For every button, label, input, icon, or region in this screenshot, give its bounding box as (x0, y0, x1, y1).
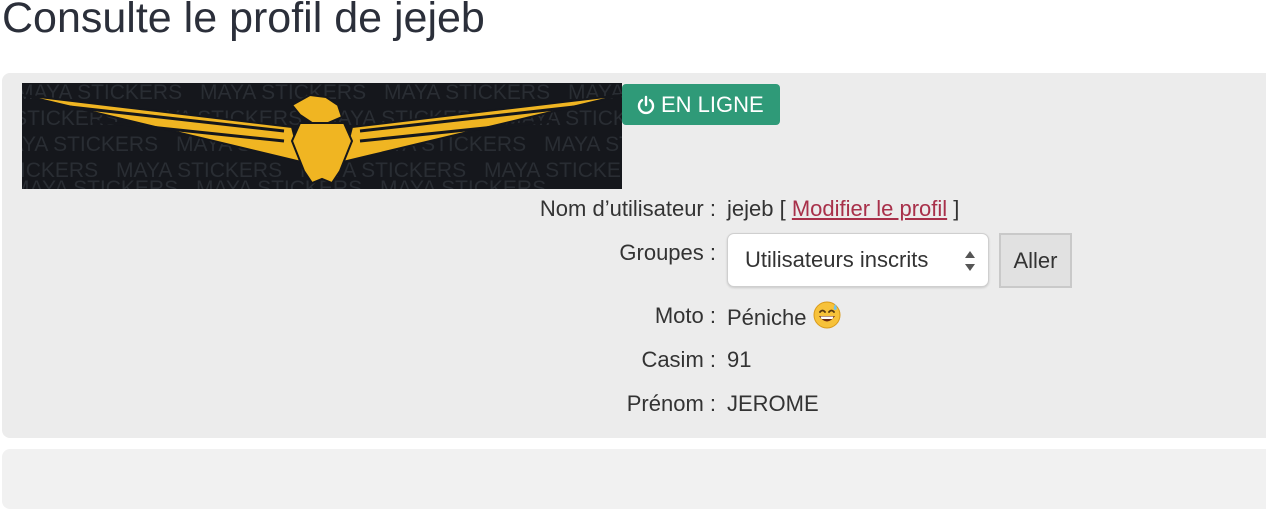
svg-text:MAYA STICKERS: MAYA STICKERS (380, 177, 546, 189)
groups-go-button[interactable]: Aller (999, 233, 1072, 288)
page-title: Consulte le profil de jejeb (2, 0, 485, 42)
groups-label: Groupes : (619, 240, 716, 265)
power-icon (636, 95, 656, 115)
profile-banner-image: MAYA STICKERS MAYA STICKERS MAYA STICKER… (22, 83, 622, 189)
svg-text:MAYA STICKERS: MAYA STICKERS (196, 177, 362, 189)
edit-profile-link[interactable]: Modifier le profil (792, 196, 947, 221)
casim-label: Casim : (641, 347, 716, 372)
moto-value-group: Péniche (727, 301, 841, 337)
online-status-badge: EN LIGNE (622, 84, 780, 125)
groups-select-value: Utilisateurs inscrits (745, 247, 929, 272)
svg-text:MAYA STICKERS: MAYA STICKERS (22, 133, 158, 156)
svg-text:MAYA STICKERS: MAYA STICKERS (22, 177, 178, 189)
select-arrows-icon (964, 248, 976, 280)
bracket-close: ] (953, 196, 960, 221)
bracket-open: [ (779, 196, 786, 221)
firstname-label: Prénom : (626, 391, 716, 416)
next-panel (2, 449, 1266, 509)
svg-text:MAYA STICKERS: MAYA STICKERS (544, 133, 622, 156)
username-value: jejeb (727, 196, 774, 221)
svg-text:MAYA STICKERS: MAYA STICKERS (200, 83, 366, 104)
moto-value: Péniche (727, 305, 807, 330)
svg-text:MAYA STICKERS: MAYA STICKERS (384, 83, 550, 104)
firstname-value: JEROME (727, 391, 819, 416)
groups-select[interactable]: Utilisateurs inscrits (727, 233, 989, 287)
username-label: Nom d’utilisateur : (539, 196, 716, 221)
casim-value: 91 (727, 347, 752, 372)
username-value-group: jejeb [ Modifier le profil ] (727, 194, 959, 224)
moto-label: Moto : (654, 303, 716, 328)
online-status-label: EN LIGNE (661, 91, 764, 117)
grinning-sweat-emoji-icon (813, 301, 841, 337)
